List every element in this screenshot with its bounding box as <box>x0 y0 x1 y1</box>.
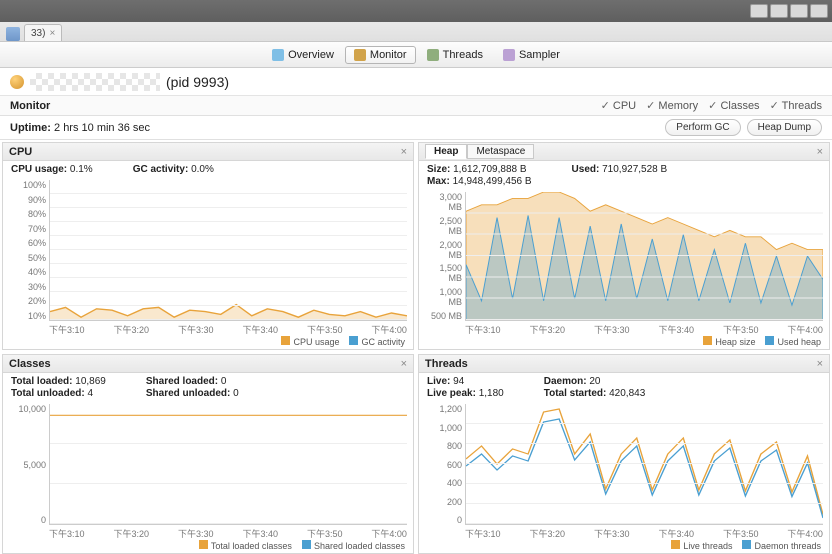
threads-started-label: Total started: <box>544 388 607 399</box>
heap-tab[interactable]: Heap <box>425 144 467 159</box>
tab-overview-label: Overview <box>288 49 334 61</box>
threads-daemon-label: Daemon: <box>544 376 587 387</box>
classes-panel-title: Classes <box>9 358 51 370</box>
legend-gc-activity: GC activity <box>361 337 405 347</box>
process-name-redacted <box>30 73 160 91</box>
legend-loaded-classes: Total loaded classes <box>211 541 292 551</box>
classes-ylabels: 10,0005,0000 <box>9 404 49 525</box>
close-icon[interactable]: × <box>817 146 823 158</box>
process-icon <box>10 75 24 89</box>
heap-size-label: Size: <box>427 164 450 175</box>
classes-xlabels: 下午3:10下午3:20下午3:30下午3:40下午3:50下午4:00 <box>49 527 407 539</box>
cpu-ylabels: 100%90%80%70%60%50%40%30%20%10% <box>9 180 49 321</box>
classes-loaded-value: 10,869 <box>75 376 106 387</box>
classes-sloaded-value: 0 <box>221 376 227 387</box>
threads-panel-title: Threads <box>425 358 468 370</box>
threads-xlabels: 下午3:10下午3:20下午3:30下午3:40下午3:50下午4:00 <box>465 527 823 539</box>
threads-live-label: Live: <box>427 376 450 387</box>
process-tab-label: 33) <box>31 28 45 39</box>
cpu-panel: CPU × CPU usage: 0.1% GC activity: 0.0% … <box>2 142 414 350</box>
threads-peak-label: Live peak: <box>427 388 476 399</box>
uptime-label: Uptime: <box>10 122 51 134</box>
check-memory[interactable]: Memory <box>646 99 698 112</box>
check-threads[interactable]: Threads <box>770 99 822 112</box>
tab-overview[interactable]: Overview <box>263 46 343 64</box>
heap-xlabels: 下午3:10下午3:20下午3:30下午3:40下午3:50下午4:00 <box>465 323 823 335</box>
tab-monitor[interactable]: Monitor <box>345 46 416 64</box>
monitor-toggles: CPU Memory Classes Threads <box>601 99 822 112</box>
process-tab[interactable]: 33) × <box>24 24 62 41</box>
monitor-icon <box>354 49 366 61</box>
uptime-value: 2 hrs 10 min 36 sec <box>54 122 150 134</box>
check-classes[interactable]: Classes <box>708 99 759 112</box>
classes-unloaded-label: Total unloaded: <box>11 388 85 399</box>
classes-loaded-label: Total loaded: <box>11 376 72 387</box>
heap-panel: Heap Metaspace × Size: 1,612,709,888 B M… <box>418 142 830 350</box>
monitor-label: Monitor <box>10 100 50 112</box>
tab-monitor-label: Monitor <box>370 49 407 61</box>
classes-sloaded-label: Shared loaded: <box>146 376 218 387</box>
close-icon[interactable]: × <box>401 358 407 370</box>
classes-panel: Classes × Total loaded: 10,869 Total unl… <box>2 354 414 554</box>
close-button[interactable] <box>810 4 828 18</box>
monitor-section-header: Monitor CPU Memory Classes Threads <box>0 96 832 116</box>
cpu-usage-label: CPU usage: <box>11 164 67 175</box>
gc-activity-value: 0.0% <box>191 164 214 175</box>
threads-started-value: 420,843 <box>609 388 645 399</box>
close-icon[interactable]: × <box>817 358 823 370</box>
heap-size-value: 1,612,709,888 B <box>453 164 526 175</box>
tab-threads-label: Threads <box>443 49 483 61</box>
sampler-icon <box>503 49 515 61</box>
tab-threads[interactable]: Threads <box>418 46 492 64</box>
app-icon <box>6 27 20 41</box>
heap-max-value: 14,948,499,456 B <box>453 176 532 187</box>
threads-panel: Threads × Live: 94 Live peak: 1,180 Daem… <box>418 354 830 554</box>
threads-peak-value: 1,180 <box>479 388 504 399</box>
tab-sampler[interactable]: Sampler <box>494 46 569 64</box>
heap-dump-button[interactable]: Heap Dump <box>747 119 822 136</box>
legend-live-threads: Live threads <box>683 541 732 551</box>
legend-heap-size: Heap size <box>715 337 755 347</box>
process-header: (pid 9993) <box>0 68 832 96</box>
maximize-button[interactable] <box>770 4 788 18</box>
gc-activity-label: GC activity: <box>133 164 189 175</box>
classes-sunloaded-label: Shared unloaded: <box>146 388 230 399</box>
threads-chart: 1,2001,0008006004002000 下午3:10下午3:20下午3:… <box>425 404 823 539</box>
tab-shelf: 33) × <box>0 22 832 42</box>
uptime-row: Uptime: 2 hrs 10 min 36 sec Perform GC H… <box>0 116 832 140</box>
tab-sampler-label: Sampler <box>519 49 560 61</box>
minimize-button[interactable] <box>750 4 768 18</box>
heap-max-label: Max: <box>427 176 450 187</box>
process-pid: (pid 9993) <box>166 74 229 90</box>
legend-daemon-threads: Daemon threads <box>754 541 821 551</box>
close-icon[interactable]: × <box>401 146 407 158</box>
charts-grid: CPU × CPU usage: 0.1% GC activity: 0.0% … <box>0 140 832 540</box>
cpu-xlabels: 下午3:10下午3:20下午3:30下午3:40下午3:50下午4:00 <box>49 323 407 335</box>
classes-chart: 10,0005,0000 下午3:10下午3:20下午3:30下午3:40下午3… <box>9 404 407 539</box>
heap-chart: 3,000 MB2,500 MB2,000 MB1,500 MB1,000 MB… <box>425 192 823 335</box>
overview-icon <box>272 49 284 61</box>
cpu-usage-value: 0.1% <box>70 164 93 175</box>
restore-button[interactable] <box>790 4 808 18</box>
metaspace-tab[interactable]: Metaspace <box>467 144 534 159</box>
threads-live-value: 94 <box>453 376 464 387</box>
cpu-chart: 100%90%80%70%60%50%40%30%20%10% 下午3:10下午… <box>9 180 407 335</box>
threads-daemon-value: 20 <box>589 376 600 387</box>
classes-unloaded-value: 4 <box>87 388 93 399</box>
close-icon[interactable]: × <box>49 28 55 39</box>
legend-used-heap: Used heap <box>777 337 821 347</box>
heap-used-value: 710,927,528 B <box>602 164 667 175</box>
heap-used-label: Used: <box>572 164 600 175</box>
heap-ylabels: 3,000 MB2,500 MB2,000 MB1,500 MB1,000 MB… <box>425 192 465 321</box>
legend-shared-classes: Shared loaded classes <box>314 541 405 551</box>
threads-icon <box>427 49 439 61</box>
check-cpu[interactable]: CPU <box>601 99 637 112</box>
legend-cpu-usage: CPU usage <box>293 337 339 347</box>
main-toolbar: Overview Monitor Threads Sampler <box>0 42 832 68</box>
classes-sunloaded-value: 0 <box>233 388 239 399</box>
cpu-panel-title: CPU <box>9 146 32 158</box>
window-titlebar <box>0 0 832 22</box>
threads-ylabels: 1,2001,0008006004002000 <box>425 404 465 525</box>
perform-gc-button[interactable]: Perform GC <box>665 119 740 136</box>
